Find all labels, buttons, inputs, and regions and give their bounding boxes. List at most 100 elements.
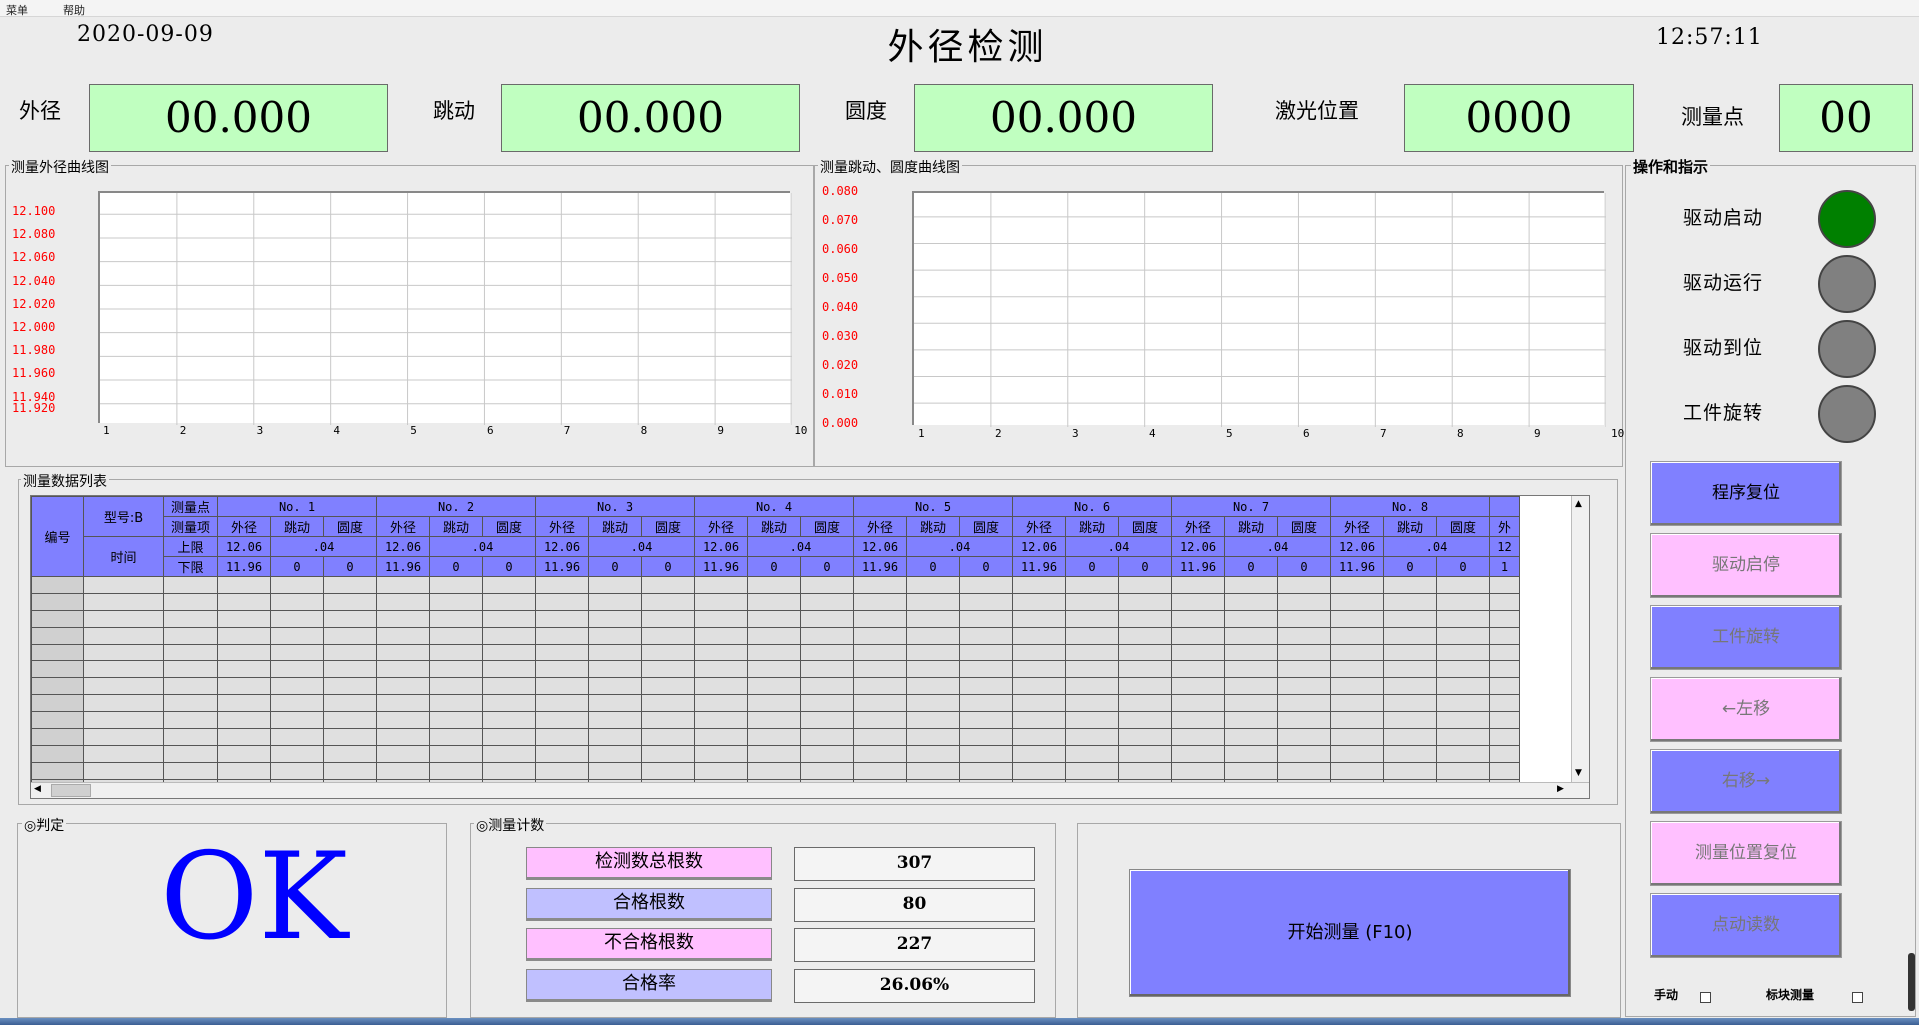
table-cell bbox=[906, 677, 960, 696]
table-cell bbox=[83, 609, 164, 628]
table-row[interactable] bbox=[31, 677, 1520, 696]
header-partial: 12 bbox=[1489, 536, 1520, 557]
manual-checkbox[interactable] bbox=[1700, 992, 1711, 1003]
scroll-up-icon[interactable]: ▲ bbox=[1575, 499, 1582, 509]
table-cell bbox=[588, 744, 642, 763]
table-cell bbox=[588, 643, 642, 662]
table-cell bbox=[323, 660, 377, 679]
table-cell bbox=[1012, 711, 1066, 730]
menu-item-help[interactable]: 帮助 bbox=[63, 2, 85, 18]
table-cell bbox=[588, 609, 642, 628]
table-cell bbox=[535, 643, 589, 662]
table-row[interactable] bbox=[31, 576, 1520, 594]
table-cell bbox=[376, 744, 430, 763]
start-measure-button[interactable]: 开始测量 (F10) bbox=[1129, 869, 1571, 997]
control-button[interactable]: 点动读数 bbox=[1650, 893, 1842, 958]
table-row[interactable] bbox=[31, 609, 1520, 628]
table-row[interactable] bbox=[31, 711, 1520, 730]
table-cell bbox=[1383, 761, 1437, 780]
table-cell bbox=[31, 592, 84, 611]
table-cell bbox=[588, 660, 642, 679]
table-row[interactable] bbox=[31, 592, 1520, 611]
table-cell bbox=[906, 643, 960, 662]
block-measure-check-label: 标块测量 bbox=[1766, 988, 1815, 1002]
y-tick-label: 0.030 bbox=[822, 329, 859, 343]
table-row[interactable] bbox=[31, 728, 1520, 746]
block-measure-checkbox[interactable] bbox=[1852, 992, 1863, 1003]
table-cell bbox=[1065, 677, 1119, 696]
table-cell bbox=[694, 609, 748, 628]
header-item: 跳动 bbox=[588, 516, 642, 537]
y-tick-label: 12.100 bbox=[12, 204, 56, 218]
table-cell bbox=[1436, 694, 1490, 713]
table-cell bbox=[217, 694, 271, 713]
table-cell bbox=[1224, 576, 1278, 594]
table-cell bbox=[1383, 728, 1437, 746]
header-item: 圆度 bbox=[641, 516, 695, 537]
x-tick-label: 9 bbox=[1534, 427, 1541, 440]
control-button[interactable]: 工件旋转 bbox=[1650, 605, 1842, 670]
header-row-label: 测量项 bbox=[163, 516, 218, 537]
table-row[interactable] bbox=[31, 761, 1520, 780]
table-cell bbox=[323, 643, 377, 662]
scroll-right-icon[interactable]: ▶ bbox=[1557, 784, 1564, 794]
table-cell bbox=[1065, 761, 1119, 780]
header-item: 圆度 bbox=[323, 516, 377, 537]
table-cell bbox=[641, 744, 695, 763]
lower-limit: 11.96 bbox=[694, 556, 748, 577]
control-button[interactable]: 驱动启停 bbox=[1650, 533, 1842, 598]
scroll-down-icon[interactable]: ▼ bbox=[1575, 768, 1582, 778]
table-cell bbox=[853, 711, 907, 730]
y-tick-label: 12.000 bbox=[12, 320, 56, 334]
table-cell bbox=[31, 694, 84, 713]
table-row[interactable] bbox=[31, 660, 1520, 679]
data-table-viewport: 编号 型号:B 测量点 No. 1 No. 2 No. 3 No. 4 No. 5 No. 6N… bbox=[30, 495, 1590, 799]
table-cell bbox=[1171, 711, 1225, 730]
table-cell bbox=[747, 761, 801, 780]
control-button[interactable]: ←左移 bbox=[1650, 677, 1842, 742]
hscroll-thumb[interactable] bbox=[51, 784, 91, 797]
table-cell bbox=[800, 744, 854, 763]
table-cell bbox=[217, 609, 271, 628]
table-cell bbox=[694, 626, 748, 645]
status-lamp bbox=[1818, 190, 1876, 248]
table-row[interactable] bbox=[31, 694, 1520, 713]
control-button[interactable]: 程序复位 bbox=[1650, 461, 1842, 526]
table-hscroll[interactable]: ◀ ▶ bbox=[31, 782, 1589, 798]
table-cell bbox=[1118, 592, 1172, 611]
manual-check-label: 手动 bbox=[1654, 988, 1679, 1002]
page-title: 外径检测 bbox=[887, 27, 1048, 68]
table-row[interactable] bbox=[31, 744, 1520, 763]
table-cell bbox=[163, 744, 218, 763]
upper-limit: 12.06 bbox=[376, 536, 430, 557]
menu-item-main[interactable]: 菜单 bbox=[6, 2, 28, 18]
table-row[interactable] bbox=[31, 643, 1520, 662]
x-tick-label: 1 bbox=[103, 424, 110, 437]
table-row[interactable] bbox=[31, 626, 1520, 645]
table-cell bbox=[1224, 677, 1278, 696]
control-button[interactable]: 测量位置复位 bbox=[1650, 821, 1842, 886]
header-partial: 外 bbox=[1489, 516, 1520, 537]
table-cell bbox=[694, 694, 748, 713]
table-vscroll[interactable]: ▲ ▼ bbox=[1571, 496, 1589, 782]
count-value: 80 bbox=[794, 887, 1035, 922]
table-header-row: 时间 上限 12.06.04 12.06.04 12.06.04 12.06.04 12.0… bbox=[32, 536, 1520, 577]
table-cell bbox=[323, 592, 377, 611]
time-display: 12:57:11 bbox=[1656, 25, 1763, 50]
table-cell bbox=[163, 761, 218, 780]
header-item: 外径 bbox=[376, 516, 430, 537]
table-cell bbox=[163, 626, 218, 645]
x-tick-label: 5 bbox=[410, 424, 417, 437]
scroll-left-icon[interactable]: ◀ bbox=[34, 784, 41, 794]
indicator-label: 驱动运行 bbox=[1683, 272, 1764, 294]
table-cell bbox=[31, 728, 84, 746]
count-label: 合格根数 bbox=[526, 887, 772, 921]
table-cell bbox=[163, 711, 218, 730]
table-cell bbox=[1436, 576, 1490, 594]
panel-scroll-handle[interactable] bbox=[1908, 953, 1915, 1011]
control-button[interactable]: 右移→ bbox=[1650, 749, 1842, 814]
table-cell bbox=[959, 728, 1013, 746]
table-cell bbox=[535, 626, 589, 645]
table-cell bbox=[1330, 643, 1384, 662]
table-cell bbox=[1330, 677, 1384, 696]
